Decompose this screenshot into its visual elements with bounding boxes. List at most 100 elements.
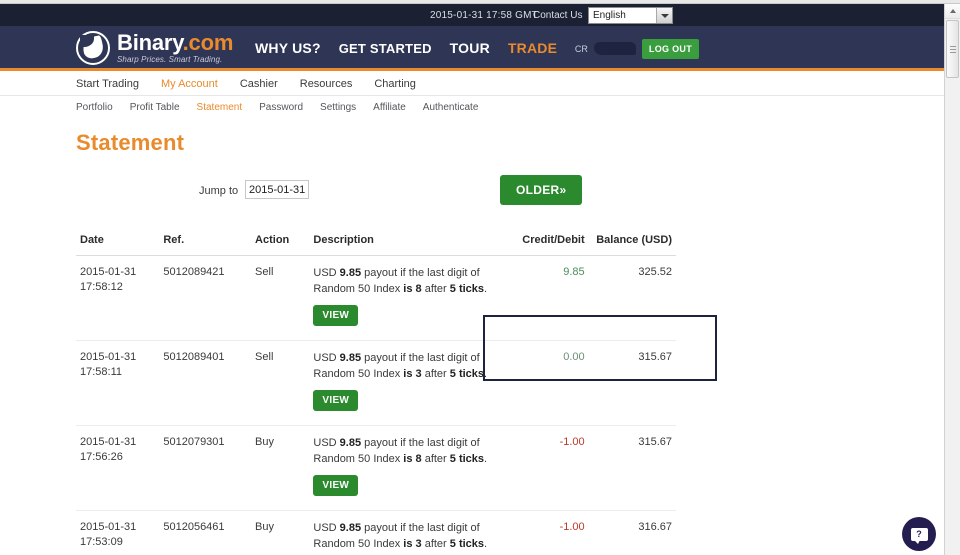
column-header-credit-debit[interactable]: Credit/Debit (507, 228, 589, 256)
account-id-prefix: CR (574, 43, 588, 54)
view-button[interactable]: VIEW (313, 474, 359, 496)
column-header-date[interactable]: Date (76, 228, 160, 256)
credit-debit-value: -1.00 (559, 520, 585, 533)
description-text: USD 9.85 payout if the last digit of Ran… (313, 521, 488, 550)
cell-date-day: 2015-01-31 (80, 435, 137, 448)
header-nav-why-us[interactable]: WHY US? (255, 41, 321, 56)
header-nav-tour[interactable]: TOUR (450, 41, 490, 56)
language-select-value: English (593, 10, 626, 21)
jump-to-row: Jump to OLDER» (0, 175, 944, 206)
utility-top-bar: 2015-01-31 17:58 GMT Contact Us English (0, 4, 944, 26)
main-nav: Start Trading My Account Cashier Resourc… (0, 71, 944, 96)
cell-balance: 316.67 (588, 510, 676, 555)
subnav-item-profit-table[interactable]: Profit Table (130, 102, 180, 113)
subnav-item-statement[interactable]: Statement (197, 102, 243, 113)
help-question-mark: ? (916, 528, 922, 539)
subnav-item-settings[interactable]: Settings (320, 102, 356, 113)
description-text: USD 9.85 payout if the last digit of Ran… (313, 436, 488, 465)
column-header-ref[interactable]: Ref. (159, 228, 252, 256)
cell-ref: 5012089421 (159, 255, 252, 341)
subnav-item-authenticate[interactable]: Authenticate (423, 102, 479, 113)
browser-viewport: 2015-01-31 17:58 GMT Contact Us English … (0, 0, 960, 555)
nav-item-start-trading[interactable]: Start Trading (76, 78, 139, 90)
cell-date-time: 17:56:26 (80, 450, 123, 463)
nav-item-resources[interactable]: Resources (300, 78, 353, 90)
cell-date-time: 17:58:12 (80, 281, 123, 293)
statement-table: Date Ref. Action Description Credit/Debi… (76, 228, 676, 555)
contact-us-link[interactable]: Contact Us (533, 10, 582, 21)
view-button[interactable]: VIEW (313, 304, 359, 326)
subnav-item-affiliate[interactable]: Affiliate (373, 102, 406, 113)
cell-ref: 5012056461 (159, 510, 252, 555)
header-nav-get-started-label: GET STARTED (338, 40, 432, 56)
table-header-row: Date Ref. Action Description Credit/Debi… (76, 228, 676, 256)
header-nav-get-started[interactable]: GET STARTED (338, 40, 432, 56)
view-button[interactable]: VIEW (313, 389, 359, 411)
description-text: USD 9.85 payout if the last digit of Ran… (313, 351, 488, 380)
logo-domain-text: .com (182, 30, 234, 55)
language-select[interactable]: English (588, 7, 673, 24)
cell-balance: 315.67 (588, 340, 676, 426)
cell-action: Sell (251, 255, 310, 341)
scroll-up-arrow-icon[interactable] (945, 4, 960, 19)
cell-date-day: 2015-01-31 (80, 520, 137, 533)
cell-date-time: 17:53:09 (80, 535, 123, 548)
account-area: CR LOG OUT (575, 26, 699, 71)
cell-date: 2015-01-31 17:58:12 (76, 255, 160, 341)
older-button[interactable]: OLDER» (500, 175, 583, 205)
table-row: 2015-01-31 17:58:12 5012089421 Sell USD 9.85… (76, 255, 676, 341)
column-header-description[interactable]: Description (309, 228, 508, 256)
jump-to-date-input[interactable] (245, 180, 309, 199)
cell-ref: 5012079301 (159, 425, 252, 511)
cell-action: Buy (251, 425, 310, 511)
logo[interactable]: Binary.com Sharp Prices. Smart Trading. (76, 31, 233, 65)
column-header-action[interactable]: Action (251, 228, 310, 256)
server-time: 2015-01-31 17:58 GMT (430, 10, 538, 21)
cell-description: USD 9.85 payout if the last digit of Ran… (309, 425, 508, 511)
description-text: USD 9.85 payout if the last digit of Ran… (313, 267, 488, 295)
header-nav-trade[interactable]: TRADE (508, 41, 557, 56)
credit-debit-value: 0.00 (563, 350, 585, 363)
page-title: Statement (76, 130, 185, 155)
primary-header-nav: WHY US? GET STARTED TOUR TRADE (255, 26, 557, 71)
cell-date-time: 17:58:11 (80, 365, 123, 378)
cell-credit-debit: 9.85 (507, 255, 589, 341)
logo-name-text: Binary (117, 30, 183, 55)
web-page: 2015-01-31 17:58 GMT Contact Us English … (0, 4, 944, 555)
table-row: 2015-01-31 17:56:26 5012079301 Buy USD 9.85 … (76, 425, 676, 511)
nav-item-charting[interactable]: Charting (374, 78, 416, 90)
logout-button[interactable]: LOG OUT (641, 38, 699, 59)
cell-credit-debit: -1.00 (507, 510, 589, 555)
page-scrollbar[interactable] (944, 4, 960, 555)
logo-tagline: Sharp Prices. Smart Trading. (117, 55, 223, 64)
cell-description: USD 9.85 payout if the last digit of Ran… (309, 255, 508, 341)
nav-item-cashier[interactable]: Cashier (240, 78, 278, 90)
cell-balance: 315.67 (588, 425, 676, 511)
cell-date-day: 2015-01-31 (80, 350, 137, 363)
credit-debit-value: -1.00 (559, 435, 585, 448)
subnav-item-password[interactable]: Password (259, 102, 303, 113)
column-header-balance[interactable]: Balance (USD) (588, 228, 676, 256)
cell-ref: 5012089401 (159, 340, 252, 426)
speech-bubble-icon: ? (910, 527, 928, 544)
subnav-item-portfolio[interactable]: Portfolio (76, 102, 113, 113)
table-body: 2015-01-31 17:58:12 5012089421 Sell USD 9.85… (76, 255, 676, 555)
cell-action: Sell (251, 340, 310, 426)
table-header: Date Ref. Action Description Credit/Debi… (76, 228, 676, 256)
credit-debit-value: 9.85 (563, 266, 585, 278)
cell-date: 2015-01-31 17:56:26 (76, 425, 160, 511)
cell-balance: 325.52 (588, 255, 676, 341)
binary-logo-icon (76, 31, 110, 65)
site-header: Binary.com Sharp Prices. Smart Trading. … (0, 26, 944, 71)
cell-description: USD 9.85 payout if the last digit of Ran… (309, 510, 508, 555)
cell-description: USD 9.85 payout if the last digit of Ran… (309, 340, 508, 426)
cell-date: 2015-01-31 17:53:09 (76, 510, 160, 555)
scrollbar-thumb[interactable] (946, 20, 959, 78)
jump-to-label: Jump to (199, 185, 239, 197)
cell-date: 2015-01-31 17:58:11 (76, 340, 160, 426)
table-row: 2015-01-31 17:58:11 5012089401 Sell USD 9.85… (76, 340, 676, 426)
nav-item-my-account[interactable]: My Account (161, 78, 218, 90)
help-chat-button[interactable]: ? (902, 517, 936, 551)
sub-nav: Portfolio Profit Table Statement Passwor… (0, 96, 944, 118)
chevron-down-icon (656, 8, 672, 23)
